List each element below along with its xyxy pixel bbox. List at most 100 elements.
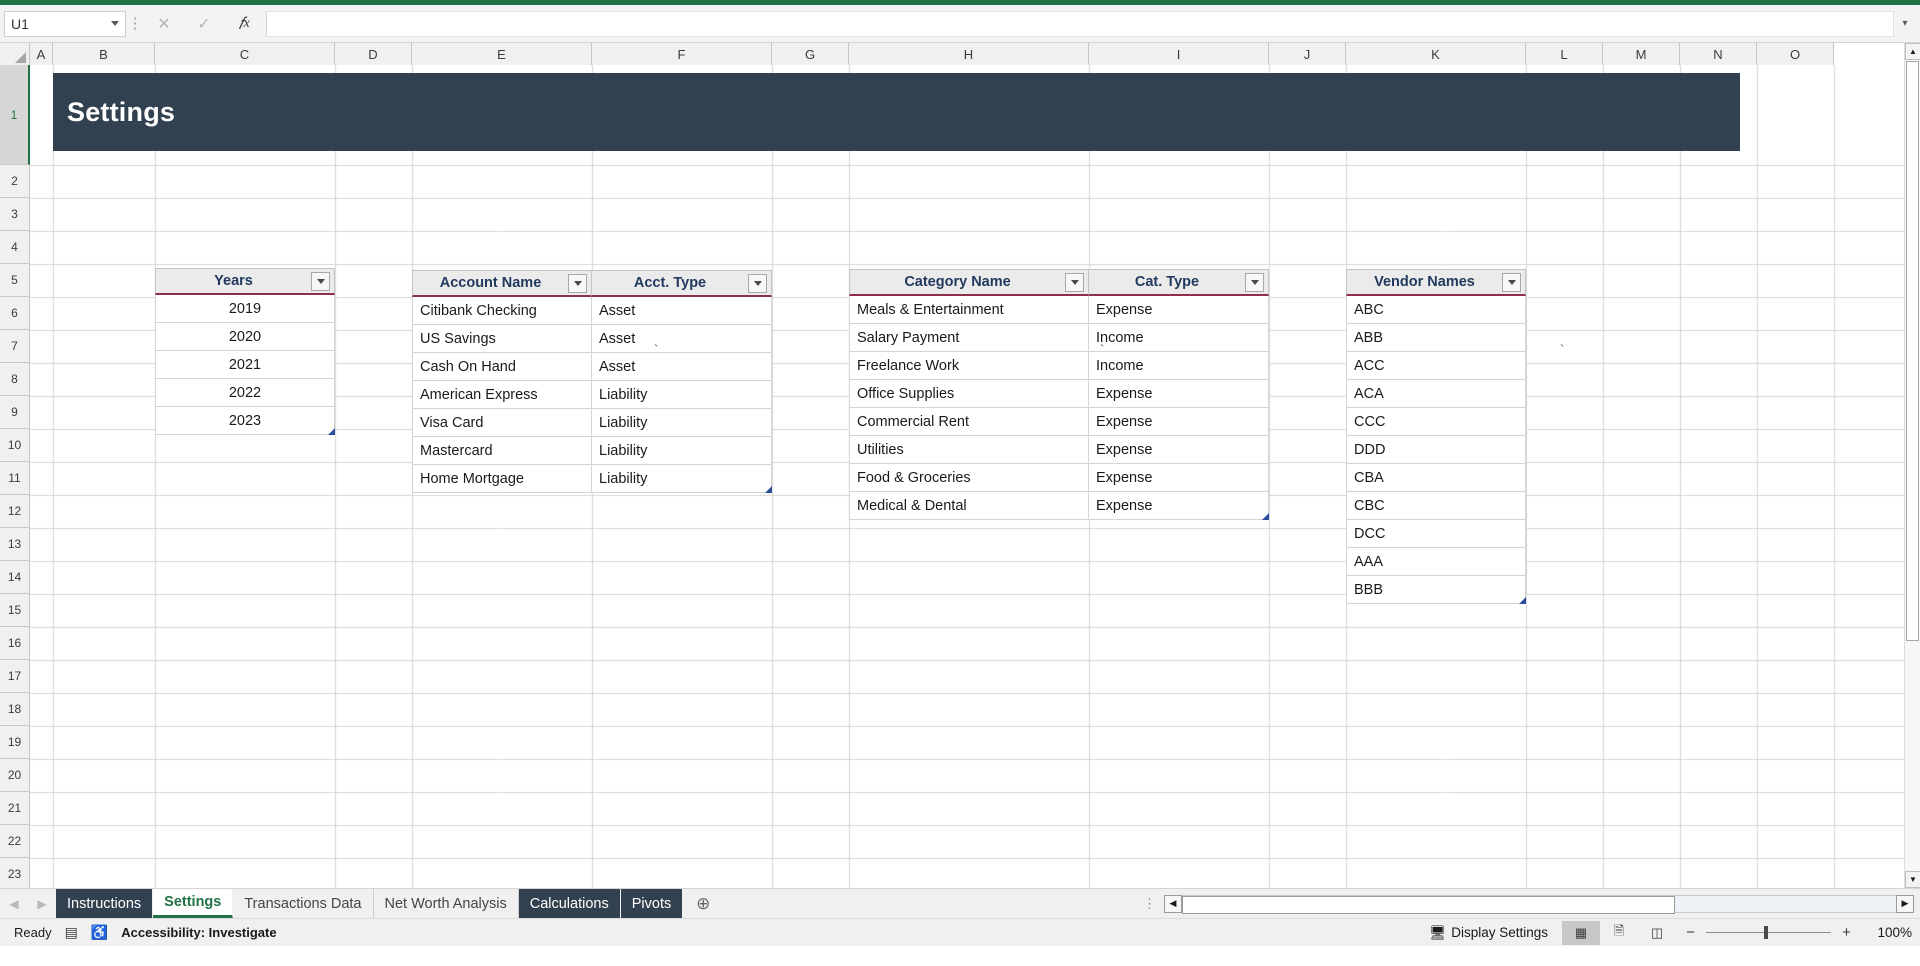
vendor-name-cell[interactable]: ACA — [1347, 380, 1525, 407]
page-layout-view-icon[interactable]: 🗎 — [1600, 921, 1638, 945]
column-header-K[interactable]: K — [1346, 43, 1526, 65]
horizontal-scroll-thumb[interactable] — [1182, 895, 1675, 914]
category-name-cell[interactable]: Utilities — [850, 436, 1089, 463]
table-row[interactable]: Medical & Dental Expense — [849, 492, 1269, 520]
category-name-cell[interactable]: Medical & Dental — [850, 492, 1089, 519]
row-header-6[interactable]: 6 — [0, 297, 30, 330]
year-cell[interactable]: 2022 — [156, 379, 334, 406]
category-name-cell[interactable]: Freelance Work — [850, 352, 1089, 379]
table-row[interactable]: CCC — [1346, 408, 1526, 436]
zoom-slider-track[interactable] — [1706, 926, 1831, 939]
row-header-1[interactable]: 1 — [0, 65, 30, 165]
table-row[interactable]: ABC — [1346, 296, 1526, 324]
sheet-tab-settings[interactable]: Settings — [153, 889, 234, 918]
column-header-O[interactable]: O — [1757, 43, 1834, 65]
horizontal-scrollbar[interactable]: ◀ ▶ — [1164, 894, 1914, 914]
account-name-cell[interactable]: Visa Card — [413, 409, 592, 436]
table-row[interactable]: Cash On Hand Asset — [412, 353, 772, 381]
select-all-corner[interactable] — [0, 43, 30, 65]
table-row[interactable]: CBC — [1346, 492, 1526, 520]
category-name-cell[interactable]: Office Supplies — [850, 380, 1089, 407]
filter-dropdown-icon-years[interactable] — [311, 271, 330, 291]
page-break-preview-icon[interactable]: ◫ — [1638, 921, 1676, 945]
table-row[interactable]: American Express Liability — [412, 381, 772, 409]
table-row[interactable]: ACA — [1346, 380, 1526, 408]
scroll-left-icon[interactable]: ◀ — [1164, 894, 1182, 913]
cat-type-cell[interactable]: Expense — [1089, 436, 1267, 463]
row-header-11[interactable]: 11 — [0, 462, 30, 495]
cat-type-cell[interactable]: Expense — [1089, 408, 1267, 435]
table-row[interactable]: ACC — [1346, 352, 1526, 380]
acct-type-cell[interactable]: Liability — [592, 409, 770, 436]
table-row[interactable]: DDD — [1346, 436, 1526, 464]
vendor-name-cell[interactable]: ABC — [1347, 296, 1525, 323]
row-header-9[interactable]: 9 — [0, 396, 30, 429]
scroll-up-icon[interactable]: ▲ — [1905, 43, 1920, 60]
column-header-F[interactable]: F — [592, 43, 772, 65]
table-row[interactable]: BBB — [1346, 576, 1526, 604]
account-name-cell[interactable]: American Express — [413, 381, 592, 408]
acct-type-cell[interactable]: Asset — [592, 353, 770, 380]
column-header-M[interactable]: M — [1603, 43, 1680, 65]
table-row[interactable]: 2022 — [155, 379, 335, 407]
vertical-scrollbar[interactable]: ▲ ▼ — [1904, 43, 1920, 888]
chevron-down-icon[interactable] — [111, 21, 119, 26]
vendor-name-cell[interactable]: AAA — [1347, 548, 1525, 575]
table-row[interactable]: Office Supplies Expense — [849, 380, 1269, 408]
acct-type-cell[interactable]: Asset — [592, 325, 770, 352]
cat-type-cell[interactable]: Expense — [1089, 296, 1267, 323]
name-box[interactable]: U1 — [4, 10, 126, 37]
zoom-slider-thumb[interactable] — [1764, 926, 1768, 939]
row-header-12[interactable]: 12 — [0, 495, 30, 528]
accessibility-status-label[interactable]: Accessibility: Investigate — [121, 925, 276, 940]
table-row[interactable]: Home Mortgage Liability — [412, 465, 772, 493]
column-header-A[interactable]: A — [30, 43, 53, 65]
table-row[interactable]: 2023 — [155, 407, 335, 435]
cancel-icon[interactable]: ✕ — [144, 11, 184, 37]
table-row[interactable]: Utilities Expense — [849, 436, 1269, 464]
sheet-nav-arrows[interactable]: ◀ ▶ — [0, 889, 56, 918]
category-name-cell[interactable]: Salary Payment — [850, 324, 1089, 351]
account-name-cell[interactable]: Home Mortgage — [413, 465, 592, 492]
sheet-tab-calculations[interactable]: Calculations — [518, 889, 621, 918]
year-cell[interactable]: 2021 — [156, 351, 334, 378]
row-header-8[interactable]: 8 — [0, 363, 30, 396]
row-header-5[interactable]: 5 — [0, 264, 30, 297]
row-header-22[interactable]: 22 — [0, 825, 30, 858]
row-header-2[interactable]: 2 — [0, 165, 30, 198]
row-header-21[interactable]: 21 — [0, 792, 30, 825]
row-header-4[interactable]: 4 — [0, 231, 30, 264]
display-settings-button[interactable]: 🖥 Display Settings — [1429, 925, 1548, 941]
column-header-D[interactable]: D — [335, 43, 412, 65]
vendor-name-cell[interactable]: BBB — [1347, 576, 1525, 603]
vendor-name-cell[interactable]: CBC — [1347, 492, 1525, 519]
table-row[interactable]: 2021 — [155, 351, 335, 379]
table-row[interactable]: DCC — [1346, 520, 1526, 548]
year-cell[interactable]: 2020 — [156, 323, 334, 350]
column-header-L[interactable]: L — [1526, 43, 1603, 65]
year-cell[interactable]: 2023 — [156, 407, 334, 434]
filter-dropdown-icon-category-name[interactable] — [1065, 272, 1084, 292]
cat-type-cell[interactable]: Expense — [1089, 464, 1267, 491]
row-header-14[interactable]: 14 — [0, 561, 30, 594]
filter-dropdown-icon-vendor-names[interactable] — [1502, 272, 1521, 292]
category-name-cell[interactable]: Food & Groceries — [850, 464, 1089, 491]
formula-input[interactable] — [266, 10, 1894, 37]
row-header-19[interactable]: 19 — [0, 726, 30, 759]
category-name-cell[interactable]: Commercial Rent — [850, 408, 1089, 435]
record-macro-icon[interactable]: ▤ — [65, 924, 78, 941]
cat-type-cell[interactable]: Income — [1089, 324, 1267, 351]
filter-dropdown-icon-cat-type[interactable] — [1245, 272, 1264, 292]
column-header-C[interactable]: C — [155, 43, 335, 65]
vendor-name-cell[interactable]: DDD — [1347, 436, 1525, 463]
table-row[interactable]: Visa Card Liability — [412, 409, 772, 437]
zoom-in-icon[interactable]: + — [1840, 924, 1853, 941]
zoom-out-icon[interactable]: − — [1684, 924, 1697, 941]
year-cell[interactable]: 2019 — [156, 295, 334, 322]
zoom-level-label[interactable]: 100% — [1868, 925, 1912, 940]
normal-view-icon[interactable]: ▦ — [1562, 920, 1600, 945]
category-name-cell[interactable]: Meals & Entertainment — [850, 296, 1089, 323]
acct-type-cell[interactable]: Liability — [592, 381, 770, 408]
sheet-tab-pivots[interactable]: Pivots — [620, 889, 684, 918]
table-row[interactable]: Salary Payment Income — [849, 324, 1269, 352]
